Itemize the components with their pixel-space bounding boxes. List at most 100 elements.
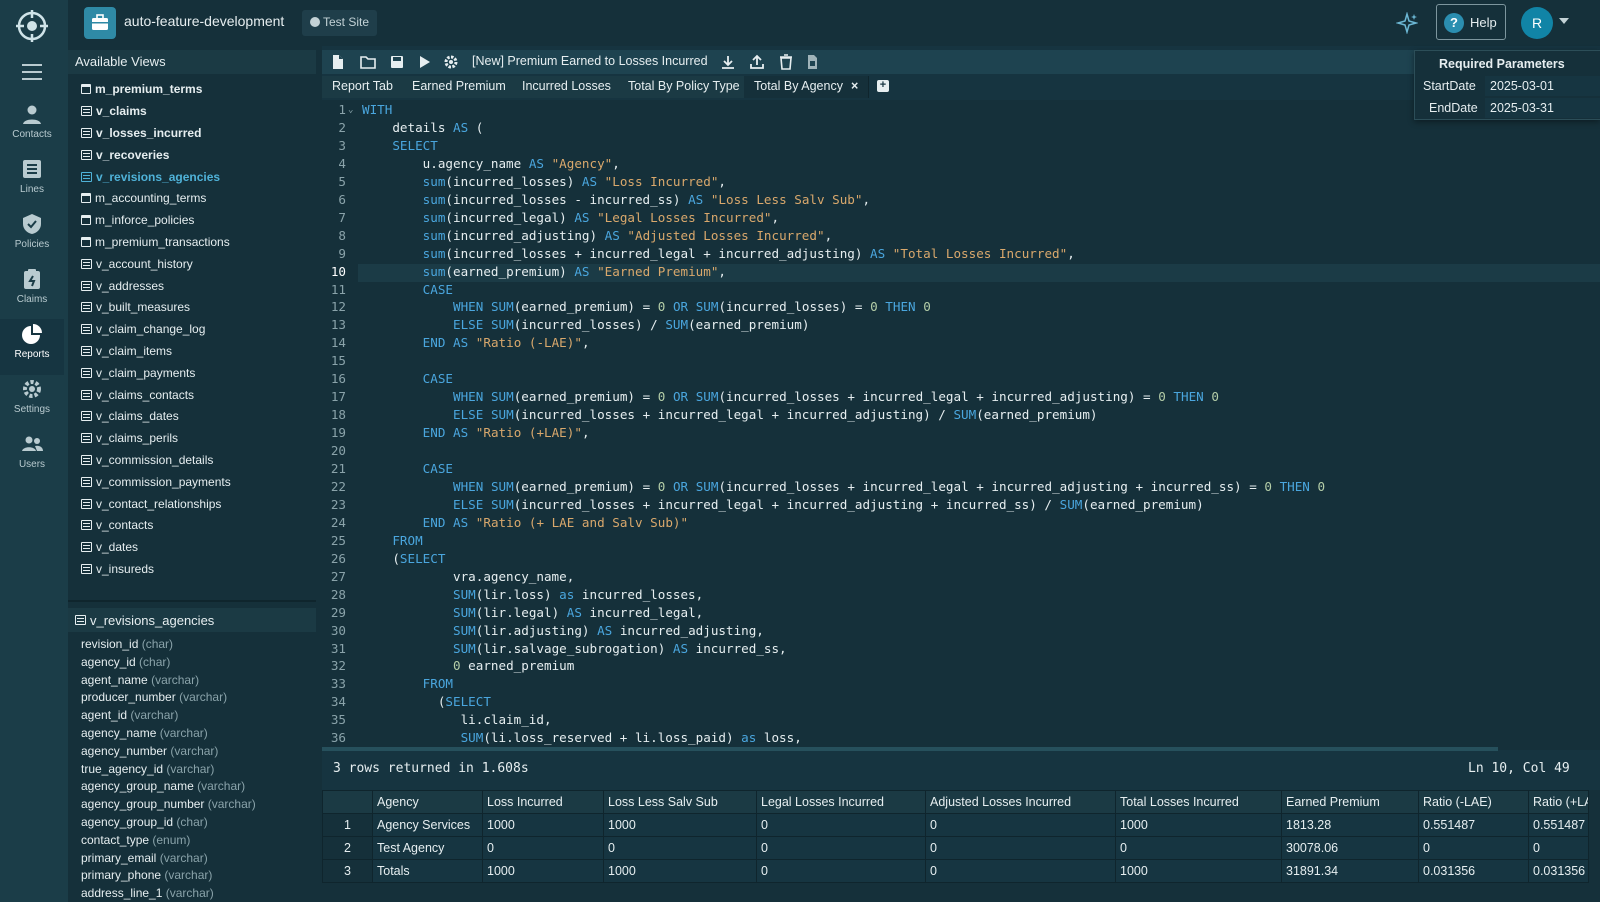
schema-field[interactable]: primary_phone (varchar): [68, 867, 316, 885]
table-cell[interactable]: 1000: [482, 813, 604, 837]
table-cell[interactable]: 0: [756, 813, 926, 837]
column-header[interactable]: Agency: [372, 790, 483, 814]
table-cell[interactable]: 0: [1528, 836, 1589, 860]
column-header[interactable]: Loss Less Salv Sub: [603, 790, 757, 814]
rail-item-lines[interactable]: Lines: [0, 154, 64, 206]
close-icon[interactable]: ×: [851, 79, 858, 93]
table-cell[interactable]: 0.031356: [1418, 859, 1529, 883]
rail-item-settings[interactable]: Settings: [0, 374, 64, 426]
hamburger-menu-icon[interactable]: [22, 64, 42, 80]
help-button[interactable]: ? Help: [1436, 4, 1506, 40]
schema-field[interactable]: agent_id (varchar): [68, 707, 316, 725]
table-cell[interactable]: Test Agency: [372, 836, 483, 860]
sparkle-icon[interactable]: [1396, 12, 1418, 34]
schema-field[interactable]: agency_number (varchar): [68, 743, 316, 761]
rail-item-policies[interactable]: Policies: [0, 209, 64, 261]
schema-field[interactable]: agency_group_name (varchar): [68, 778, 316, 796]
view-list-item[interactable]: m_accounting_terms: [68, 186, 316, 208]
rail-item-contacts[interactable]: Contacts: [0, 99, 64, 151]
column-header[interactable]: Ratio (-LAE): [1418, 790, 1529, 814]
column-header[interactable]: Total Losses Incurred: [1115, 790, 1282, 814]
schema-field[interactable]: true_agency_id (varchar): [68, 761, 316, 779]
view-list-item[interactable]: v_claims_dates: [68, 404, 316, 426]
view-list-item[interactable]: v_claims: [68, 99, 316, 121]
view-list-item[interactable]: m_inforce_policies: [68, 208, 316, 230]
upload-icon[interactable]: [749, 54, 765, 70]
table-cell[interactable]: 0: [925, 836, 1116, 860]
view-list-item[interactable]: v_built_measures: [68, 295, 316, 317]
table-cell[interactable]: 0.551487: [1528, 813, 1589, 837]
table-cell[interactable]: 0.031356: [1528, 859, 1589, 883]
schema-field[interactable]: primary_email (varchar): [68, 850, 316, 868]
table-cell[interactable]: 0: [756, 836, 926, 860]
schema-field[interactable]: agency_group_number (varchar): [68, 796, 316, 814]
view-list-item[interactable]: v_claim_change_log: [68, 317, 316, 339]
view-list-item[interactable]: v_revisions_agencies: [68, 164, 316, 186]
new-file-icon[interactable]: [330, 54, 346, 70]
view-list-item[interactable]: m_premium_transactions: [68, 230, 316, 252]
chevron-down-icon[interactable]: [1559, 18, 1569, 24]
param-start-date-input[interactable]: 2025-03-01: [1485, 76, 1600, 96]
table-cell[interactable]: Totals: [372, 859, 483, 883]
view-list-item[interactable]: v_account_history: [68, 251, 316, 273]
save-icon[interactable]: [389, 54, 405, 70]
schema-field[interactable]: address_line_1 (varchar): [68, 885, 316, 902]
table-cell[interactable]: 0: [482, 836, 604, 860]
table-cell[interactable]: 1000: [1115, 859, 1282, 883]
schema-field[interactable]: agency_id (char): [68, 654, 316, 672]
table-cell[interactable]: 0.551487: [1418, 813, 1529, 837]
schema-field[interactable]: revision_id (char): [68, 636, 316, 654]
open-folder-icon[interactable]: [360, 54, 376, 70]
table-cell[interactable]: 0: [1418, 836, 1529, 860]
tab-total-by-agency[interactable]: Total By Agency ×: [744, 76, 870, 98]
table-cell[interactable]: 0: [1115, 836, 1282, 860]
tab-total-by-policy-type[interactable]: Total By Policy Type: [618, 76, 751, 98]
project-name[interactable]: auto-feature-development: [124, 13, 284, 29]
query-title[interactable]: [New] Premium Earned to Losses Incurred: [472, 54, 708, 68]
table-cell[interactable]: Agency Services: [372, 813, 483, 837]
table-row[interactable]: 2 Test Agency 0 0 0 0 0 30078.06 0 0: [322, 836, 1589, 860]
rail-item-reports[interactable]: Reports: [0, 319, 64, 375]
trash-icon[interactable]: [778, 54, 794, 70]
rail-item-users[interactable]: Users: [0, 429, 64, 481]
sql-editor[interactable]: 1 ⌄ WITH 2 details AS (3 SELECT 4 u.agency_n…: [322, 100, 1600, 750]
view-list-item[interactable]: v_claims_perils: [68, 426, 316, 448]
table-cell[interactable]: 0: [756, 859, 926, 883]
view-list-item[interactable]: v_dates: [68, 535, 316, 557]
table-cell[interactable]: 1000: [603, 859, 757, 883]
view-list-item[interactable]: v_commission_details: [68, 448, 316, 470]
param-end-date-input[interactable]: 2025-03-31: [1485, 98, 1600, 118]
tab-earned-premium[interactable]: Earned Premium: [402, 76, 517, 98]
view-list-item[interactable]: v_losses_incurred: [68, 121, 316, 143]
column-header[interactable]: Adjusted Losses Incurred: [925, 790, 1116, 814]
view-list-item[interactable]: v_insureds: [68, 557, 316, 579]
view-list-item[interactable]: v_contacts: [68, 513, 316, 535]
view-list-item[interactable]: v_claim_items: [68, 339, 316, 361]
table-cell[interactable]: 1813.28: [1281, 813, 1419, 837]
tab-incurred-losses[interactable]: Incurred Losses: [512, 76, 622, 98]
app-logo-icon[interactable]: [14, 8, 50, 44]
table-cell[interactable]: 1000: [482, 859, 604, 883]
download-icon[interactable]: [720, 54, 736, 70]
column-header[interactable]: Loss Incurred: [482, 790, 604, 814]
table-cell[interactable]: 0: [925, 813, 1116, 837]
run-icon[interactable]: [416, 54, 432, 70]
column-header[interactable]: Earned Premium: [1281, 790, 1419, 814]
view-list-item[interactable]: m_premium_terms: [68, 77, 316, 99]
column-header[interactable]: Ratio (+LAE): [1528, 790, 1589, 814]
schema-field[interactable]: agent_name (varchar): [68, 672, 316, 690]
table-cell[interactable]: 30078.06: [1281, 836, 1419, 860]
add-tab-icon[interactable]: +: [877, 80, 889, 92]
schema-field[interactable]: agency_name (varchar): [68, 725, 316, 743]
schema-field[interactable]: agency_group_id (char): [68, 814, 316, 832]
schema-field[interactable]: contact_type (enum): [68, 832, 316, 850]
view-list-item[interactable]: v_contact_relationships: [68, 491, 316, 513]
view-list-item[interactable]: v_recoveries: [68, 142, 316, 164]
view-list-item[interactable]: v_claim_payments: [68, 360, 316, 382]
view-list-item[interactable]: v_claims_contacts: [68, 382, 316, 404]
duplicate-icon[interactable]: [804, 54, 820, 70]
gear-icon[interactable]: [443, 54, 459, 70]
table-cell[interactable]: 0: [925, 859, 1116, 883]
table-row[interactable]: 1 Agency Services 1000 1000 0 0 1000 1813.28 0.5…: [322, 813, 1589, 837]
user-avatar[interactable]: R: [1521, 7, 1553, 39]
